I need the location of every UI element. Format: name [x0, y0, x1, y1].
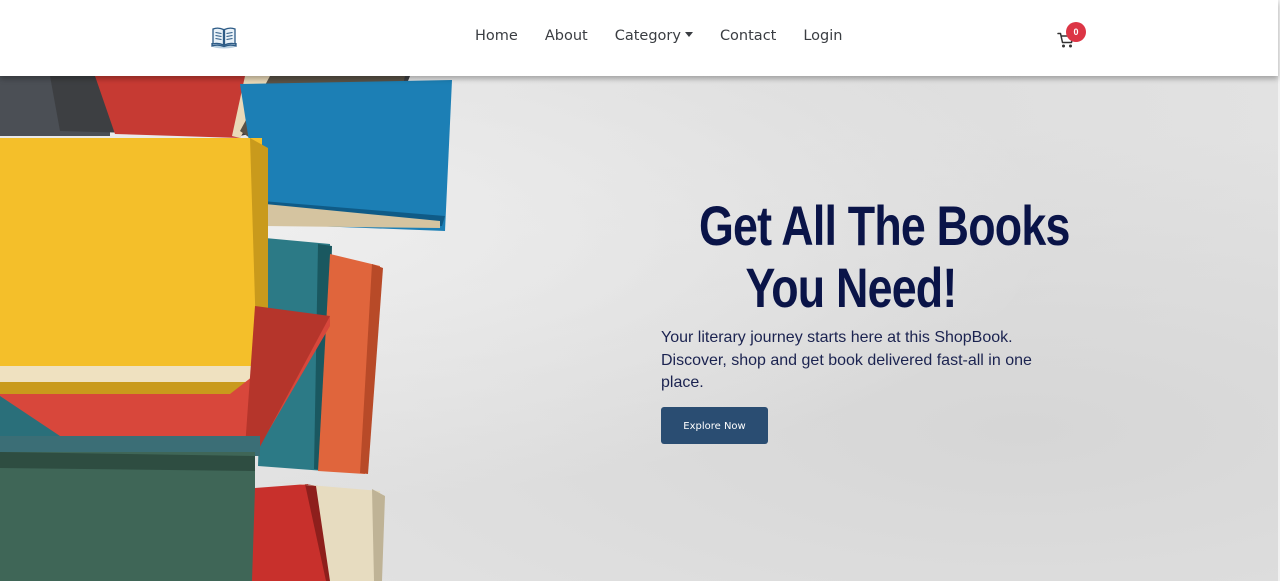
hero-title-line-1: Get All The Books [699, 194, 1070, 257]
open-book-icon[interactable] [210, 24, 238, 50]
hero-title-line-2: You Need! [745, 256, 957, 319]
books-stack-image [0, 76, 452, 581]
nav-links: Home About Category Contact Login [475, 27, 842, 45]
nav-category-label: Category [614, 28, 681, 44]
nav-about[interactable]: About [545, 27, 588, 45]
hero-section: Get All The Books You Need! Your literar… [0, 76, 1278, 581]
hero-description: Your literary journey starts here at thi… [661, 329, 1032, 391]
nav-contact[interactable]: Contact [720, 27, 776, 45]
explore-now-button[interactable]: Explore Now [661, 406, 768, 444]
cart-count-badge: 0 [1066, 22, 1086, 42]
hero-content: Get All The Books You Need! Your literar… [661, 195, 1070, 444]
navbar: Home About Category Contact Login 0 [0, 0, 1278, 76]
nav-category-dropdown[interactable]: Category [615, 27, 693, 45]
nav-home[interactable]: Home [475, 27, 518, 45]
caret-down-icon [684, 32, 693, 37]
nav-login[interactable]: Login [803, 27, 842, 45]
hero-title: Get All The Books You Need! [699, 195, 1070, 319]
